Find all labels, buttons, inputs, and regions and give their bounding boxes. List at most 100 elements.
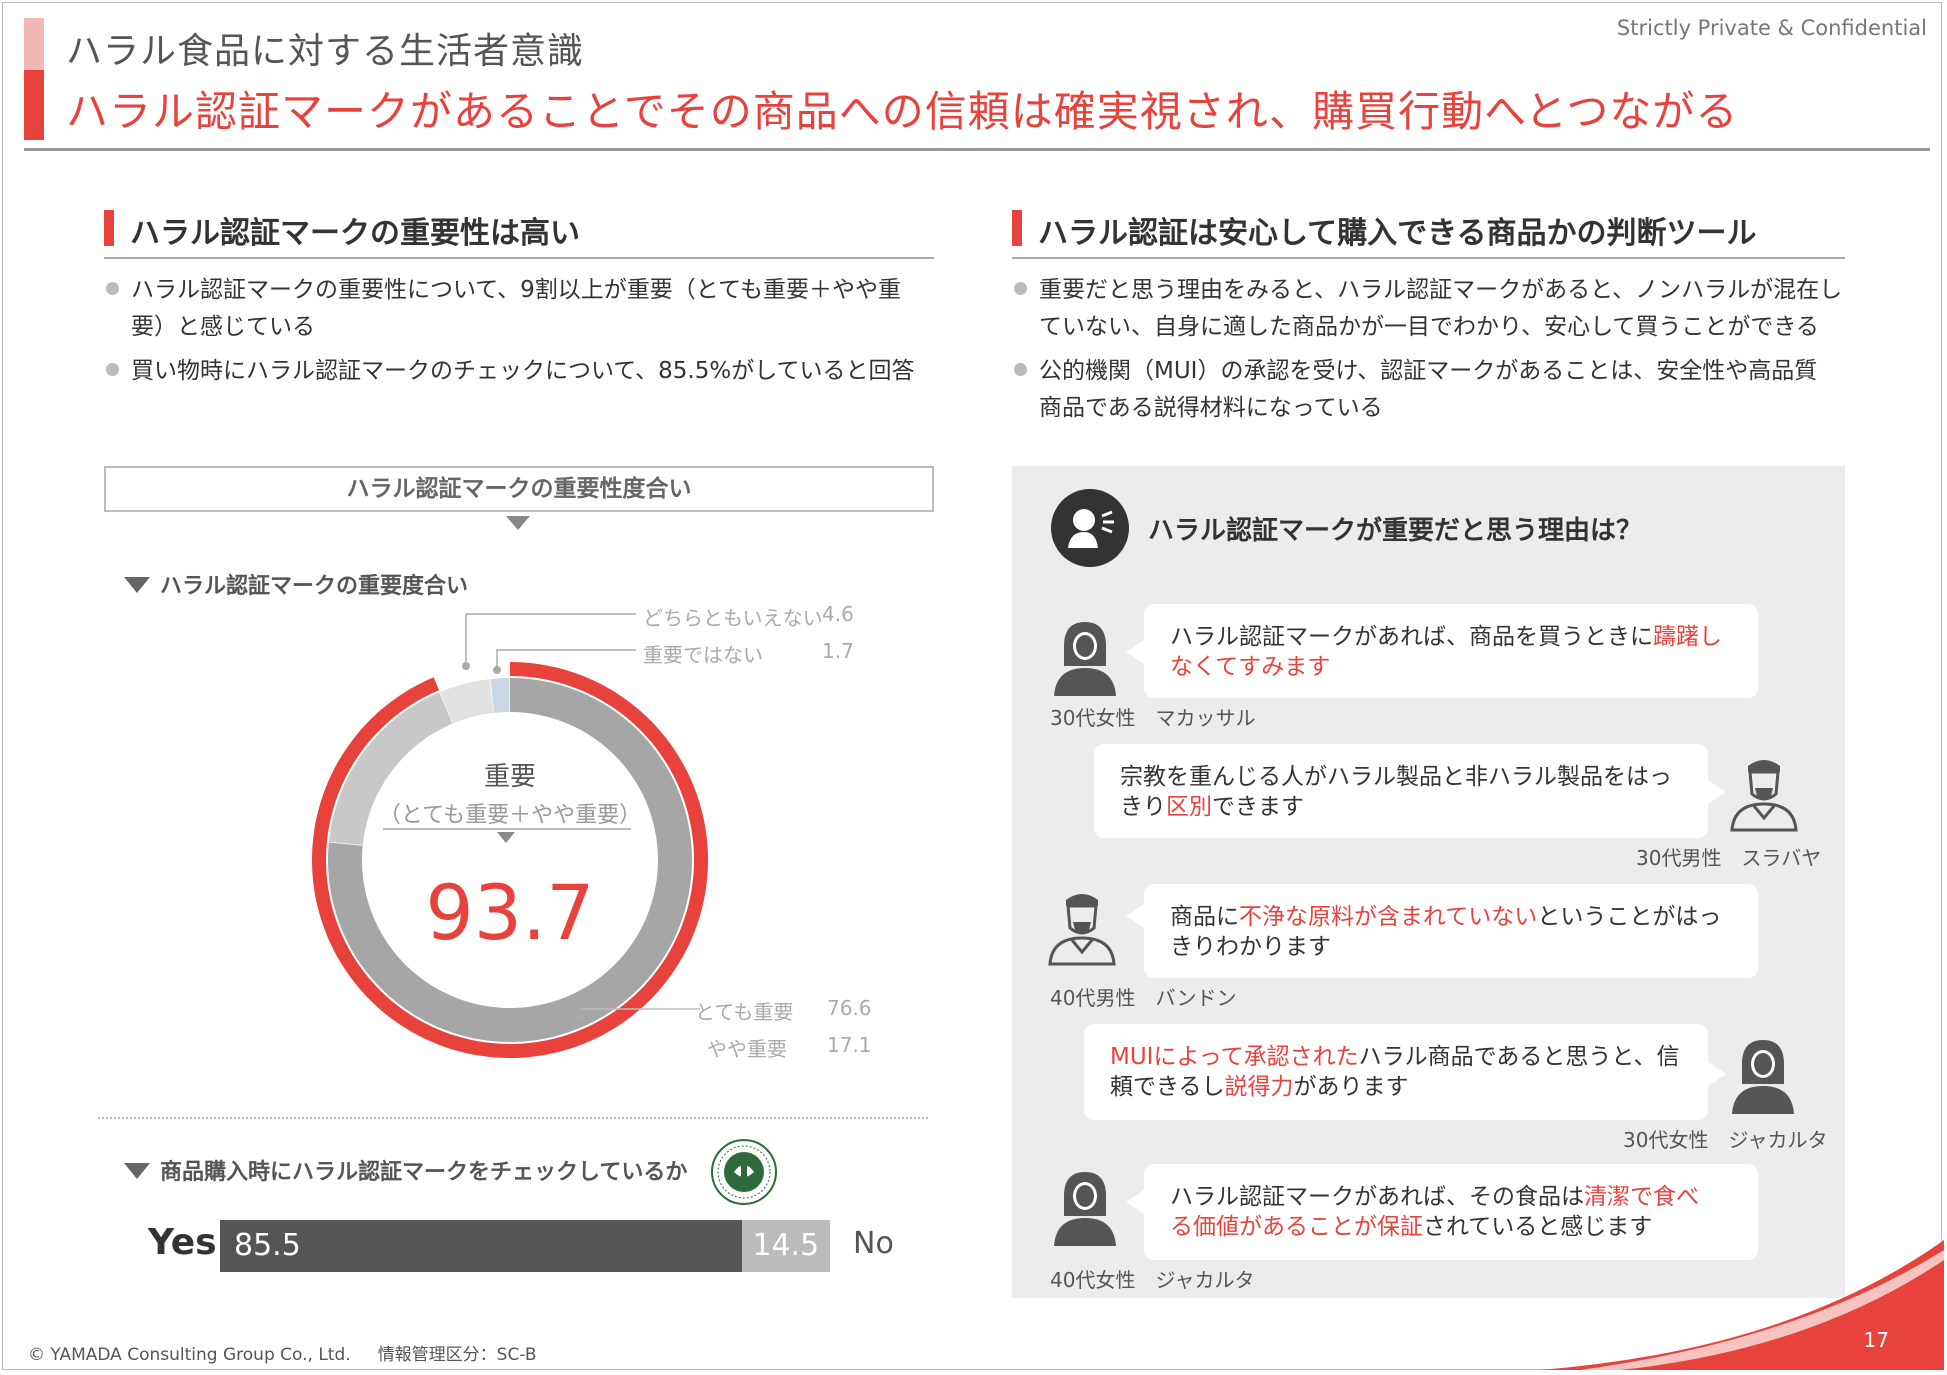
quote-text: できます (1212, 794, 1304, 820)
quote-bubble-4: MUIによって承認されたハラル商品であると思うと、信 頼できるし説得力があります (1084, 1024, 1708, 1120)
bullet-dot (1014, 282, 1027, 295)
bubble-pointer (1126, 1190, 1144, 1214)
legend-label-neutral: どちらともいえない (643, 606, 823, 630)
section-divider (98, 1117, 928, 1119)
right-heading-marker (1012, 210, 1022, 246)
right-bullet-1-line1: 重要だと思う理由をみると、ハラル認証マークがあると、ノンハラルが混在し (1039, 277, 1843, 303)
bar-label-yes: Yes (148, 1222, 217, 1263)
quote-highlight: MUIによって承認された (1110, 1044, 1359, 1070)
chart-box-title: ハラル認証マークの重要性度合い (104, 466, 934, 512)
right-heading: ハラル認証は安心して購入できる商品かの判断ツール (1038, 216, 1757, 251)
legend-value-somewhat-important: 17.1 (827, 1033, 872, 1057)
panel-title: ハラル認証マークが重要だと思う理由は？ (1148, 516, 1643, 546)
bubble-pointer (1708, 780, 1726, 804)
respondent-2: 30代男性 スラバヤ (1636, 846, 1822, 870)
quote-highlight: 躊躇し (1653, 624, 1722, 650)
female-avatar-icon (1732, 1040, 1794, 1114)
leader-line-neutral (465, 613, 636, 666)
quote-highlight: なくてすみます (1170, 654, 1331, 680)
left-bullet-1: ハラル認証マークの重要性について、9割以上が重要（とても重要＋やや重 (106, 272, 946, 309)
right-bullet-list: 重要だと思う理由をみると、ハラル認証マークがあると、ノンハラルが混在し ていない… (1014, 272, 1854, 427)
right-bullet-1: 重要だと思う理由をみると、ハラル認証マークがあると、ノンハラルが混在し (1014, 272, 1854, 309)
quote-highlight: 説得力 (1224, 1074, 1294, 1100)
respondent-3: 40代男性 バンドン (1050, 986, 1237, 1010)
chart1-title-text: ハラル認証マークの重要度合い (160, 574, 469, 599)
quote-text: 商品に (1170, 904, 1239, 930)
quote-highlight: 不浄な原料が含まれていない (1239, 904, 1538, 930)
right-heading-rule (1012, 257, 1845, 259)
header-accent-red (24, 70, 44, 140)
chart2-title-text: 商品購入時にハラル認証マークをチェックしているか (160, 1160, 688, 1185)
legend-leader-lines (462, 613, 636, 674)
bar-value-yes: 85.5 (234, 1228, 301, 1263)
bar-label-no: No (853, 1226, 894, 1261)
legend-leader-main (580, 1008, 700, 1010)
donut-center-value: 93.7 (425, 868, 595, 957)
bar-value-no: 14.5 (752, 1228, 820, 1263)
quote-text: 宗教を重んじる人がハラル製品と非ハラル製品をはっ (1120, 764, 1672, 790)
info-classification: 情報管理区分：SC-B (377, 1345, 537, 1365)
right-bullet-2-line2: 商品である説得材料になっている (1039, 395, 1383, 421)
quote-text: 頼できるし (1110, 1074, 1225, 1100)
right-bullet-2-line1: 公的機関（MUI）の承認を受け、認証マークがあることは、安全性や高品質 (1039, 358, 1818, 384)
copyright: © YAMADA Consulting Group Co., Ltd. (28, 1345, 351, 1365)
right-bullet-1-line2: ていない、自身に適した商品かが一目でわかり、安心して買うことができる (1039, 314, 1819, 340)
quote-highlight: 清潔で食べ (1584, 1184, 1699, 1210)
quote-text: きりわかります (1170, 934, 1331, 960)
legend-value-very-important: 76.6 (827, 996, 872, 1020)
bar-segment-yes: 85.5 (220, 1220, 742, 1272)
bubble-pointer (1708, 1062, 1726, 1086)
down-arrow-icon (506, 516, 530, 530)
slide-title: ハラル認証マークがあることでその商品への信頼は確実視され、購買行動へとつながる (66, 87, 1739, 136)
page-number: 17 (1863, 1328, 1889, 1352)
quote-bubble-2: 宗教を重んじる人がハラル製品と非ハラル製品をはっ きり区別できます (1094, 744, 1708, 838)
quote-text: されていると感じます (1423, 1214, 1653, 1240)
legend-value-not-important: 1.7 (822, 639, 854, 663)
mui-halal-logo (711, 1139, 777, 1205)
quote-text: ということがはっ (1537, 904, 1722, 930)
female-avatar-icon (1054, 622, 1116, 696)
triangle-icon (124, 577, 150, 593)
quote-text: ハラル商品であると思うと、信 (1358, 1044, 1680, 1070)
quote-highlight: る価値があることが保証 (1170, 1214, 1423, 1240)
center-arrow-icon (497, 832, 515, 843)
chart2-title: 商品購入時にハラル認証マークをチェックしているか (124, 1154, 687, 1186)
bullet-dot (1014, 363, 1027, 376)
bubble-pointer (1126, 640, 1144, 664)
left-bullet-list: ハラル認証マークの重要性について、9割以上が重要（とても重要＋やや重 要）と感じ… (106, 272, 946, 390)
quote-text: きり (1120, 794, 1166, 820)
slide-subtitle: ハラル食品に対する生活者意識 (66, 31, 585, 72)
left-heading-marker (104, 210, 114, 246)
legend-label-somewhat-important: やや重要 (707, 1037, 787, 1061)
left-bullet-2-line1: 買い物時にハラル認証マークのチェックについて、85.5%がしていると回答 (131, 358, 915, 384)
quote-text: ハラル認証マークがあれば、その食品は (1170, 1184, 1584, 1210)
quote-bubble-1: ハラル認証マークがあれば、商品を買うときに躊躇し なくてすみます (1144, 604, 1758, 698)
donut-center-label: 重要 (483, 762, 536, 792)
male-avatar-icon (1048, 894, 1116, 966)
right-bullet-2: 公的機関（MUI）の承認を受け、認証マークがあることは、安全性や高品質 (1014, 353, 1854, 390)
leader-dot (462, 662, 470, 670)
female-avatar-icon (1054, 1172, 1116, 1246)
header-accent-light (24, 18, 44, 70)
bubble-pointer (1126, 904, 1144, 928)
footer-text: © YAMADA Consulting Group Co., Ltd. 情報管理… (28, 1340, 537, 1365)
leader-dot (493, 666, 501, 674)
bullet-dot (106, 282, 119, 295)
chart1-title: ハラル認証マークの重要度合い (124, 568, 468, 600)
header-rule (24, 148, 1930, 151)
respondent-4: 30代女性 ジャカルタ (1623, 1128, 1828, 1152)
donut-center-divider (383, 828, 631, 830)
donut-slice-3 (490, 678, 510, 713)
leader-line-not-important (496, 649, 636, 670)
respondent-5: 40代女性 ジャカルタ (1050, 1268, 1255, 1292)
respondent-1: 30代女性 マカッサル (1050, 706, 1256, 730)
male-avatar-icon (1730, 760, 1798, 832)
confidential-label: Strictly Private & Confidential (1616, 16, 1927, 40)
speaking-person-icon (1051, 489, 1129, 567)
quote-highlight: 区別 (1166, 794, 1212, 820)
quote-text: ハラル認証マークがあれば、商品を買うときに (1170, 624, 1653, 650)
legend-label-not-important: 重要ではない (643, 643, 763, 667)
legend-value-neutral: 4.6 (822, 602, 854, 626)
left-bullet-1-line2: 要）と感じている (131, 314, 315, 340)
legend-label-very-important: とても重要 (695, 1000, 794, 1024)
